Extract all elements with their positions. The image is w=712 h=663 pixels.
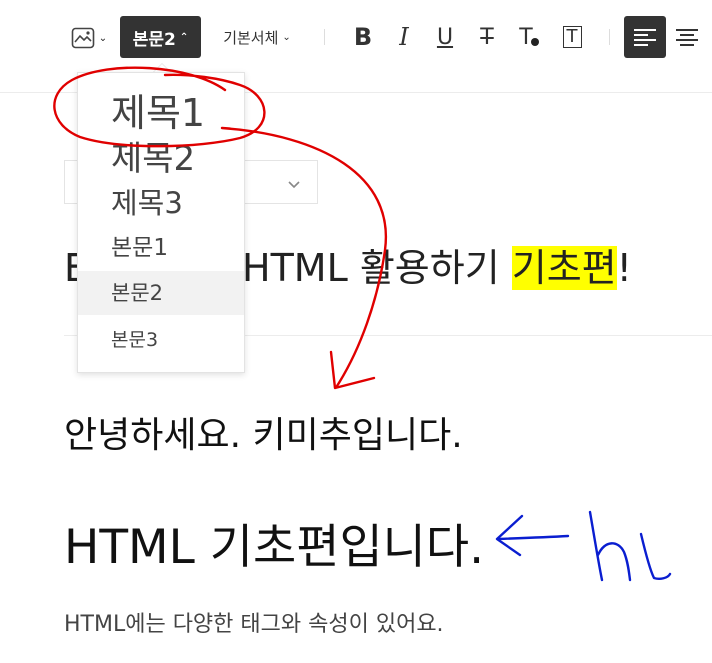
greeting-text[interactable]: 안녕하세요. 키미추입니다. xyxy=(64,406,463,458)
paragraph-style-label: 본문2 xyxy=(132,29,176,50)
text-color-button[interactable]: T xyxy=(514,22,544,52)
text-background-button[interactable]: T xyxy=(557,22,587,52)
menu-item-body1[interactable]: 본문1 xyxy=(78,228,244,268)
strikethrough-button[interactable]: T xyxy=(472,22,502,52)
title-main: HTML 활용하기 xyxy=(242,246,512,290)
menu-item-heading3[interactable]: 제목3 xyxy=(78,183,244,223)
text-color-icon: T xyxy=(519,24,533,50)
font-family-button[interactable]: 기본서체 ⌄ xyxy=(211,24,303,50)
text-color-dot xyxy=(530,38,539,46)
blue-arrow-annotation xyxy=(496,534,570,541)
toolbar-separator xyxy=(324,29,325,45)
menu-item-body3[interactable]: 본문3 xyxy=(78,320,244,360)
italic-button[interactable]: I xyxy=(389,22,419,52)
menu-item-heading2[interactable]: 제목2 xyxy=(78,137,244,181)
title-suffix: ! xyxy=(616,246,632,290)
chevron-down-icon: ⌄ xyxy=(98,32,108,44)
menu-item-body2[interactable]: 본문2 xyxy=(78,271,244,315)
bold-icon: B xyxy=(353,23,373,51)
align-left-button[interactable] xyxy=(624,16,666,58)
image-icon xyxy=(71,27,95,49)
title-highlight: 기초편 xyxy=(511,246,617,290)
blue-handwriting-h1 xyxy=(588,510,672,582)
insert-image-button[interactable]: ⌄ xyxy=(68,26,110,50)
align-center-button[interactable] xyxy=(670,16,704,58)
blue-arrowhead-annotation xyxy=(495,514,524,557)
heading1-text[interactable]: HTML 기초편입니다. xyxy=(64,508,484,577)
paragraph-style-menu: 제목1 제목2 제목3 본문1 본문2 본문3 xyxy=(77,72,245,373)
chevron-down-icon: ⌄ xyxy=(282,31,291,43)
red-arrowhead-annotation xyxy=(329,350,376,390)
italic-icon: I xyxy=(399,23,409,51)
menu-item-heading1[interactable]: 제목1 xyxy=(78,89,244,137)
font-family-label: 기본서체 xyxy=(223,28,279,47)
chevron-up-icon: ⌃ xyxy=(179,31,189,43)
align-left-icon xyxy=(634,29,656,46)
strikethrough-icon: T xyxy=(480,24,494,50)
align-center-icon xyxy=(676,29,698,46)
bold-button[interactable]: B xyxy=(348,22,378,52)
text-background-icon: T xyxy=(562,26,582,48)
underline-icon: U xyxy=(436,24,454,50)
chevron-down-icon xyxy=(287,175,301,194)
paragraph-text[interactable]: HTML에는 다양한 태그와 속성이 있어요. xyxy=(64,606,444,638)
paragraph-style-button[interactable]: 본문2 ⌃ xyxy=(120,16,201,58)
toolbar-separator xyxy=(609,29,610,45)
underline-button[interactable]: U xyxy=(430,22,460,52)
